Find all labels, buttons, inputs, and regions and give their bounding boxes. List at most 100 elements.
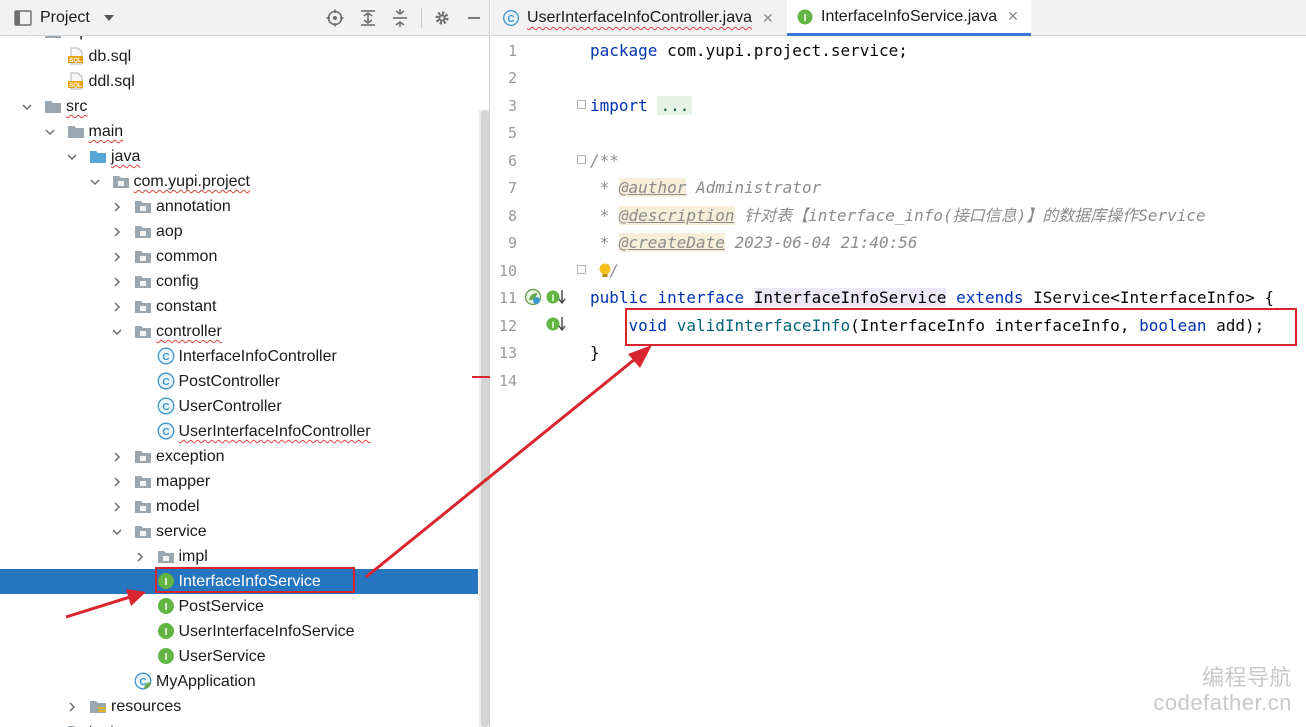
package-icon: [134, 497, 152, 515]
tree-item-controller[interactable]: controller: [0, 319, 478, 344]
class-icon: C: [157, 397, 175, 415]
tree-item-src[interactable]: src: [0, 94, 478, 119]
tab-interface-info-service[interactable]: I InterfaceInfoService.java ✕: [787, 0, 1031, 36]
implemented-marker-icon[interactable]: I: [545, 288, 567, 306]
package-icon: [134, 272, 152, 290]
chevron-right-icon[interactable]: [22, 36, 32, 37]
tree-item-postcontroller[interactable]: C PostController: [0, 369, 478, 394]
hide-panel-icon[interactable]: [465, 9, 483, 27]
tree-item-sql[interactable]: sql: [0, 36, 478, 44]
highlight-box-method: [625, 308, 1297, 346]
gear-icon[interactable]: [433, 9, 451, 27]
chevron-down-icon[interactable]: [103, 15, 114, 21]
tree-item-db-sql[interactable]: SQL db.sql: [0, 44, 478, 69]
chevron-down-icon[interactable]: [89, 177, 100, 187]
chevron-right-icon[interactable]: [112, 202, 122, 212]
watermark-domain: codefather.cn: [1153, 690, 1292, 715]
tree-item-userinterfaceinfoservice[interactable]: I UserInterfaceInfoService: [0, 619, 478, 644]
collapse-all-icon[interactable]: [391, 9, 409, 27]
package-icon: [134, 447, 152, 465]
sql-file-icon: SQL: [67, 47, 85, 65]
tree-item-postservice[interactable]: I PostService: [0, 594, 478, 619]
chevron-down-icon[interactable]: [22, 102, 32, 112]
tree-item-myapplication[interactable]: C MyApplication: [0, 669, 478, 694]
implemented-marker-icon[interactable]: I: [545, 315, 567, 333]
tree-item-java[interactable]: java: [0, 144, 478, 169]
tree-item-ddl-sql[interactable]: SQL ddl.sql: [0, 69, 478, 94]
fold-toggle-icon[interactable]: [577, 100, 586, 109]
tree-item-model[interactable]: model: [0, 494, 478, 519]
project-panel-header: Project: [0, 0, 489, 36]
tree-item-label: PostService: [178, 598, 264, 615]
code-line-9: * @createDate 2023-06-04 21:40:56: [590, 233, 918, 252]
tree-item-constant[interactable]: constant: [0, 294, 478, 319]
chevron-right-icon[interactable]: [112, 477, 122, 487]
chevron-down-icon[interactable]: [112, 527, 122, 537]
tree-item-label: UserInterfaceInfoController: [178, 423, 371, 440]
code-editor: C UserInterfaceInfoController.java ✕ I I…: [491, 0, 1306, 727]
tree-item-label: src: [66, 98, 88, 115]
svg-text:SQL: SQL: [69, 58, 82, 64]
fold-toggle-icon[interactable]: [577, 265, 586, 274]
tree-item-label: PostController: [178, 373, 280, 390]
tree-item-aop[interactable]: aop: [0, 219, 478, 244]
chevron-right-icon[interactable]: [112, 277, 122, 287]
tree-item-service[interactable]: service: [0, 519, 478, 544]
spring-bean-icon[interactable]: [524, 288, 542, 306]
locate-file-icon[interactable]: [326, 9, 344, 27]
tree-item-label: java: [111, 148, 141, 165]
class-icon: C: [157, 347, 175, 365]
tree-item-main[interactable]: main: [0, 119, 478, 144]
tree-item-interfaceinfocontroller[interactable]: C InterfaceInfoController: [0, 344, 478, 369]
code-line-8: * @description 针对表【interface_info(接口信息)】…: [590, 206, 1206, 225]
highlight-box-tree-item: [155, 567, 355, 593]
tree-item-label: model: [156, 498, 200, 515]
chevron-right-icon[interactable]: [112, 302, 122, 312]
tree-item-mapper[interactable]: mapper: [0, 469, 478, 494]
project-view-selector[interactable]: Project: [14, 8, 114, 28]
tree-item-exception[interactable]: exception: [0, 444, 478, 469]
tree-item-resources[interactable]: resources: [0, 694, 478, 719]
expand-all-icon[interactable]: [359, 9, 377, 27]
tree-item-impl[interactable]: impl: [0, 544, 478, 569]
fold-toggle-icon[interactable]: [577, 155, 586, 164]
tree-item-label: ddl.sql: [88, 73, 135, 90]
svg-text:SQL: SQL: [69, 83, 82, 89]
tree-item-usercontroller[interactable]: C UserController: [0, 394, 478, 419]
tree-item-com-yupi-project[interactable]: com.yupi.project: [0, 169, 478, 194]
svg-text:I: I: [552, 293, 555, 303]
project-tree: sql SQL db.sql SQL ddl.sqlsrc main java com.yup…: [0, 36, 478, 727]
tree-item-userinterfaceinfocontroller[interactable]: C UserInterfaceInfoController: [0, 419, 478, 444]
tree-item-annotation[interactable]: annotation: [0, 194, 478, 219]
tree-item-label: controller: [156, 323, 222, 340]
tree-item-userservice[interactable]: I UserService: [0, 644, 478, 669]
code-area[interactable]: package com.yupi.project.service; import…: [590, 36, 1306, 727]
chevron-down-icon[interactable]: [112, 327, 122, 337]
svg-text:I: I: [164, 602, 167, 613]
tree-item-test[interactable]: test: [0, 719, 478, 727]
tab-user-interface-info-controller[interactable]: C UserInterfaceInfoController.java ✕: [503, 0, 774, 36]
tree-item-label: aop: [156, 223, 183, 240]
interface-icon: I: [157, 622, 175, 640]
chevron-right-icon[interactable]: [112, 452, 122, 462]
chevron-down-icon[interactable]: [67, 152, 77, 162]
tree-item-label: db.sql: [88, 48, 132, 65]
sql-file-icon: SQL: [67, 72, 85, 90]
chevron-right-icon[interactable]: [135, 552, 145, 562]
folded-imports[interactable]: ...: [657, 96, 693, 115]
chevron-down-icon[interactable]: [44, 127, 55, 137]
lightbulb-icon[interactable]: [598, 262, 612, 280]
chevron-right-icon[interactable]: [112, 502, 122, 512]
chevron-right-icon[interactable]: [112, 252, 122, 262]
line-number: 1: [507, 42, 517, 60]
tree-item-config[interactable]: config: [0, 269, 478, 294]
spring-class-icon: C: [134, 672, 152, 690]
close-icon[interactable]: ✕: [762, 10, 774, 27]
chevron-right-icon[interactable]: [67, 702, 77, 712]
svg-text:C: C: [162, 352, 169, 363]
tree-scrollbar-thumb[interactable]: [481, 110, 489, 727]
tree-item-common[interactable]: common: [0, 244, 478, 269]
close-icon[interactable]: ✕: [1007, 8, 1019, 25]
line-number: 7: [507, 179, 517, 197]
chevron-right-icon[interactable]: [112, 227, 122, 237]
